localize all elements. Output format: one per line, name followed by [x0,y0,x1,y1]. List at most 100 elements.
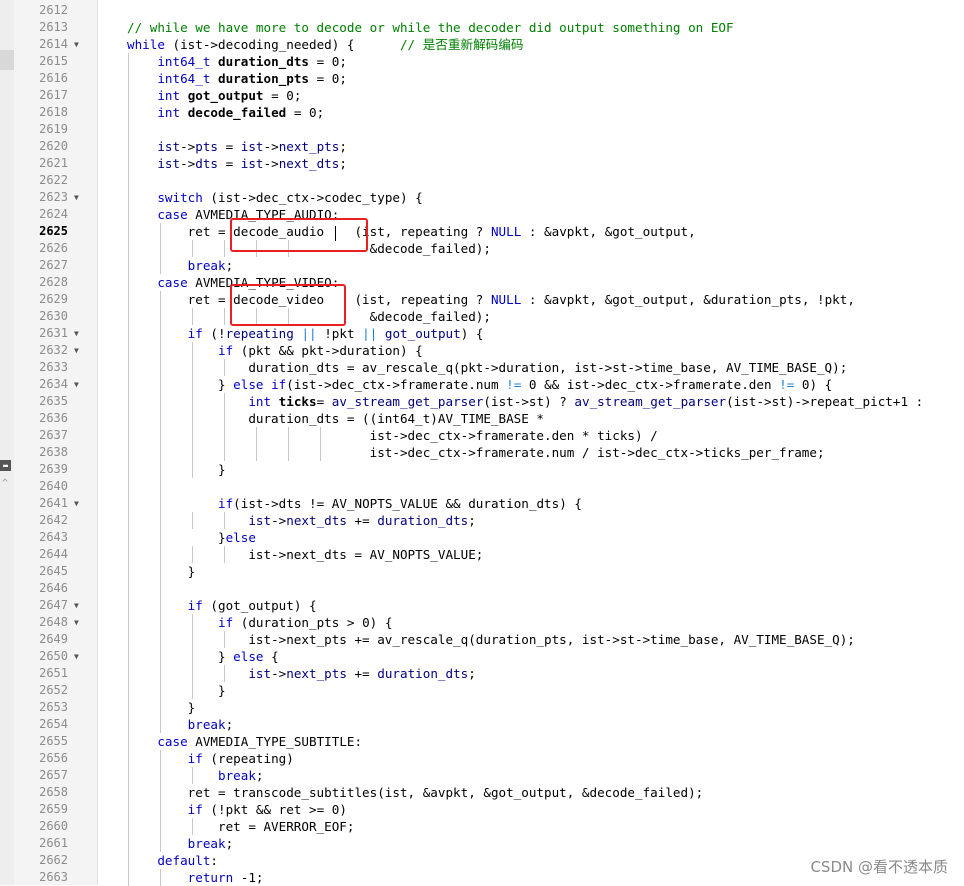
code-line[interactable]: 2640 [0,478,964,495]
code-line[interactable]: 2656 if (repeating) [0,750,964,767]
code-line[interactable]: 2622 [0,172,964,189]
code-line[interactable]: 2646 [0,580,964,597]
fold-triangle-icon[interactable]: ▼ [74,597,79,614]
line-number: 2626 [39,241,68,255]
code-text: int got_output = 0; [127,87,301,104]
code-line[interactable]: 2613 // while we have more to decode or w… [0,19,964,36]
code-line[interactable]: 2660 ret = AVERROR_EOF; [0,818,964,835]
code-line[interactable]: 2652 } [0,682,964,699]
code-line[interactable]: 2625 ret = decode_audio (ist, repeating … [0,223,964,240]
code-line[interactable]: 2637 ist->dec_ctx->framerate.den * ticks… [0,427,964,444]
code-line[interactable]: 2620 ist->pts = ist->next_pts; [0,138,964,155]
fold-triangle-icon[interactable]: ▼ [74,36,79,53]
code-line[interactable]: 2632 ▼ if (pkt && pkt->duration) { [0,342,964,359]
code-line[interactable]: 2636 duration_dts = ((int64_t)AV_TIME_BA… [0,410,964,427]
code-line[interactable]: 2619 [0,121,964,138]
code-token: || [362,326,378,341]
code-line[interactable]: 2651 ist->next_pts += duration_dts; [0,665,964,682]
fold-triangle-icon[interactable]: ▼ [74,189,79,206]
code-line[interactable]: 2627 break; [0,257,964,274]
fold-triangle-icon[interactable]: ▼ [74,342,79,359]
code-line[interactable]: 2642 ist->next_dts += duration_dts; [0,512,964,529]
code-line[interactable]: 2617 int got_output = 0; [0,87,964,104]
code-line[interactable]: 2629 ret = decode_video (ist, repeating … [0,291,964,308]
code-text: int decode_failed = 0; [127,104,324,121]
code-line[interactable]: 2614 ▼ while (ist->decoding_needed) { // 是… [0,36,964,53]
code-token: duration_dts [377,513,469,528]
line-number: 2625 [39,224,68,238]
code-line[interactable]: 2661 break; [0,835,964,852]
code-token: ; [225,717,234,732]
code-text: int64_t duration_dts = 0; [127,53,347,70]
code-line[interactable]: 2628 case AVMEDIA_TYPE_VIDEO: [0,274,964,291]
code-line[interactable]: 2615 int64_t duration_dts = 0; [0,53,964,70]
code-line[interactable]: 2621 ist->dts = ist->next_dts; [0,155,964,172]
code-token: got_output [384,326,461,341]
fold-triangle-icon[interactable]: ▼ [74,495,79,512]
code-line[interactable]: 2639 } [0,461,964,478]
line-number: 2630 [39,309,68,323]
code-line[interactable]: 2624 case AVMEDIA_TYPE_AUDIO: [0,206,964,223]
line-number: 2641 [39,496,68,510]
code-token: next_dts [278,156,340,171]
code-line[interactable]: 2654 break; [0,716,964,733]
code-token: -1; [233,870,264,885]
code-line[interactable]: 2641 ▼ if(ist->dts != AV_NOPTS_VALUE && d… [0,495,964,512]
code-line[interactable]: 2657 break; [0,767,964,784]
code-line[interactable]: 2650 ▼ } else { [0,648,964,665]
code-token: ; [339,139,347,154]
line-number: 2636 [39,411,68,425]
code-line[interactable]: 2630 &decode_failed); [0,308,964,325]
code-line[interactable]: 2635 int ticks= av_stream_get_parser(ist… [0,393,964,410]
code-token: = 0; [286,105,325,120]
code-line[interactable]: 2655 case AVMEDIA_TYPE_SUBTITLE: [0,733,964,750]
code-line[interactable]: 2626 &decode_failed); [0,240,964,257]
code-line[interactable]: 2616 int64_t duration_pts = 0; [0,70,964,87]
code-line[interactable]: 2647 ▼ if (got_output) { [0,597,964,614]
line-number: 2655 [39,734,68,748]
code-line[interactable]: 2618 int decode_failed = 0; [0,104,964,121]
code-line[interactable]: 2631 ▼ if (!repeating || !pkt || got_outp… [0,325,964,342]
fold-triangle-icon[interactable]: ▼ [74,614,79,631]
code-text: } [127,699,196,716]
code-line[interactable]: 2634 ▼ } else if(ist->dec_ctx->framerate.… [0,376,964,393]
code-line[interactable]: 2649 ist->next_pts += av_rescale_q(durat… [0,631,964,648]
code-token: ist [157,139,181,154]
code-token: int [248,394,272,409]
code-token: ; [225,836,234,851]
code-line[interactable]: 2612 [0,2,964,19]
code-line[interactable]: 2623 ▼ switch (ist->dec_ctx->codec_type) … [0,189,964,206]
fold-triangle-icon[interactable]: ▼ [74,325,79,342]
code-token: duration_dts [377,666,469,681]
code-line[interactable]: 2633 duration_dts = av_rescale_q(pkt->du… [0,359,964,376]
code-token: : &avpkt, &got_output, &duration_pts, !p… [521,292,855,307]
line-number: 2620 [39,139,68,153]
code-line[interactable]: 2644 ist->next_dts = AV_NOPTS_VALUE; [0,546,964,563]
code-text: if (!pkt && ret >= 0) [127,801,347,818]
code-line[interactable]: 2648 ▼ if (duration_pts > 0) { [0,614,964,631]
line-number: 2647 [39,598,68,612]
line-number: 2661 [39,836,68,850]
code-token: (duration_pts > 0) { [233,615,393,630]
code-line[interactable]: 2638 ist->dec_ctx->framerate.num / ist->… [0,444,964,461]
code-line[interactable]: 2653 } [0,699,964,716]
code-line[interactable]: 2658 ret = transcode_subtitles(ist, &avp… [0,784,964,801]
code-text: duration_dts = av_rescale_q(pkt->duratio… [127,359,847,376]
code-text: break; [127,257,234,274]
code-text: ist->pts = ist->next_pts; [127,138,347,155]
code-text: switch (ist->dec_ctx->codec_type) { [127,189,422,206]
fold-triangle-icon[interactable]: ▼ [74,376,79,393]
line-number: 2643 [39,530,68,544]
fold-triangle-icon[interactable]: ▼ [74,648,79,665]
code-token: else [233,377,264,392]
code-line[interactable]: 2659 if (!pkt && ret >= 0) [0,801,964,818]
code-line[interactable]: 2643 }else [0,529,964,546]
code-line[interactable]: 2645 } [0,563,964,580]
